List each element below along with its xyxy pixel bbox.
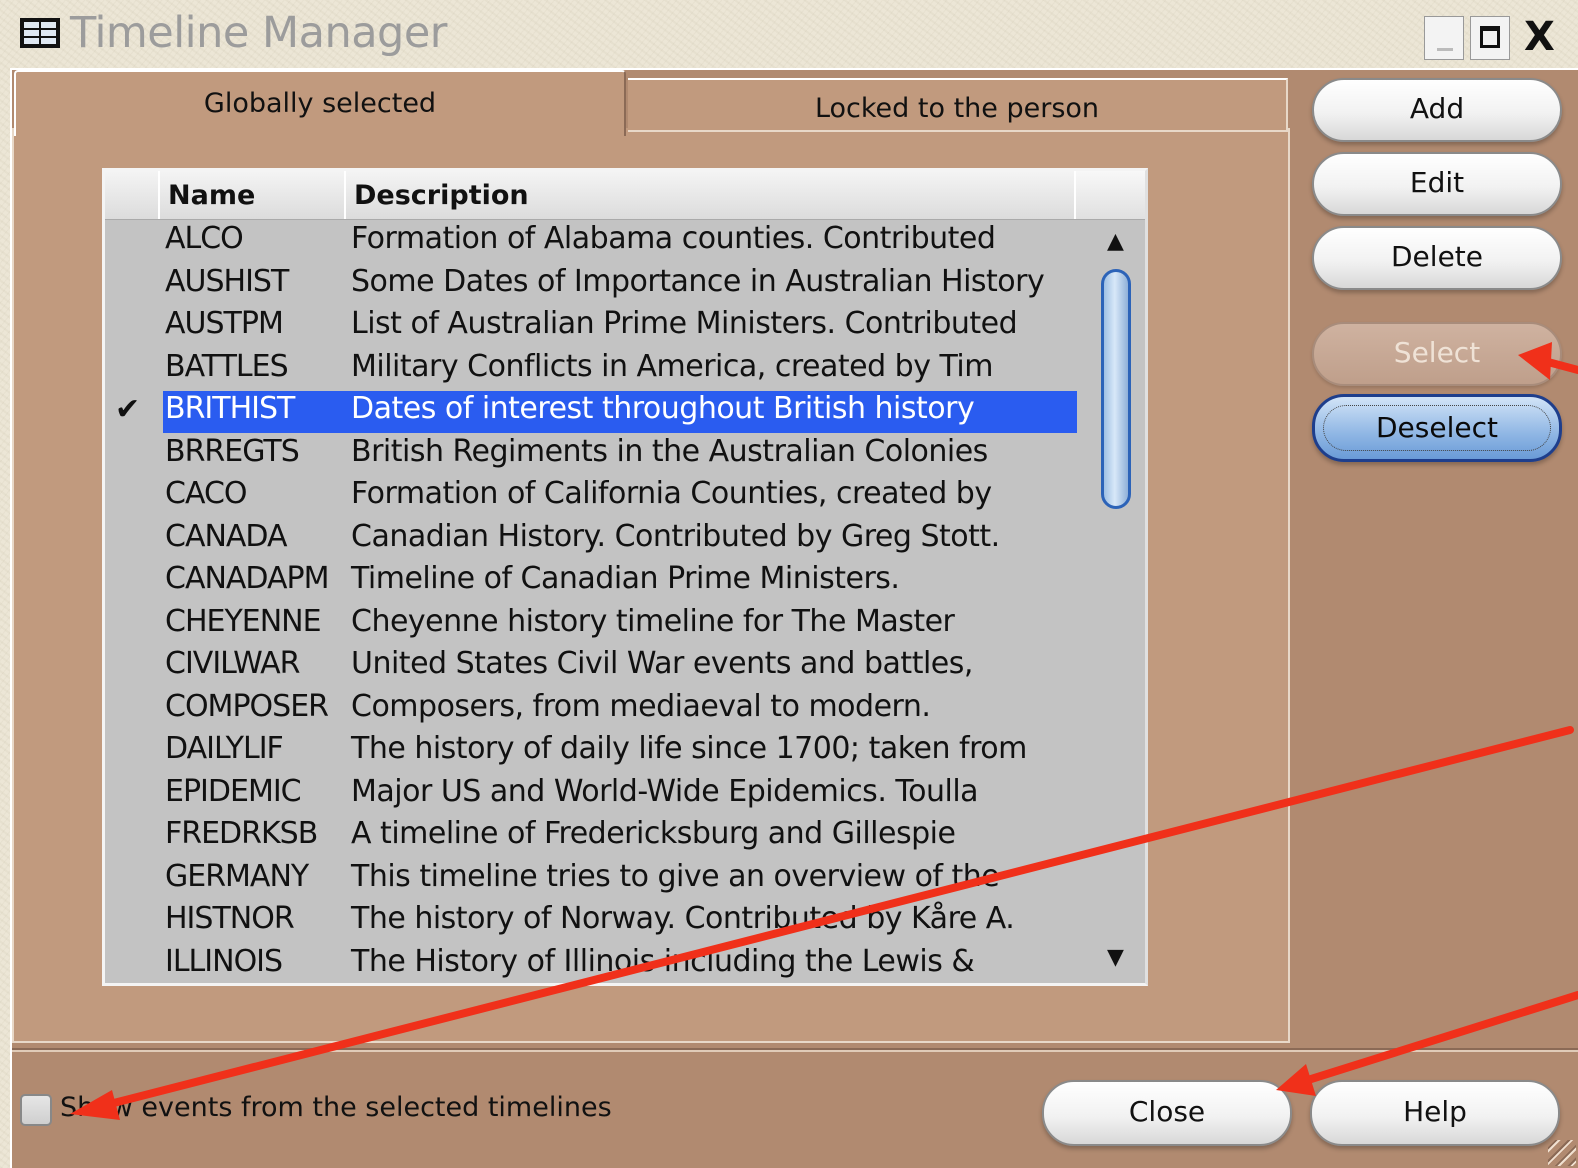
row-description: Canadian History. Contributed by Greg St…	[351, 518, 1000, 554]
scroll-down-arrow-icon[interactable]: ▼	[1107, 945, 1124, 970]
select-button[interactable]: Select	[1312, 322, 1562, 386]
show-events-checkbox[interactable]	[20, 1094, 52, 1126]
row-description: United States Civil War events and battl…	[351, 646, 973, 681]
list-row[interactable]: COMPOSER Composers, from mediaeval to mo…	[105, 689, 1075, 731]
row-name: GERMANY	[165, 858, 309, 894]
row-description: Military Conflicts in America, created b…	[351, 348, 993, 384]
list-rows: ALCO Formation of Alabama counties. Cont…	[105, 221, 1077, 984]
list-row[interactable]: CANADAPM Timeline of Canadian Prime Mini…	[105, 561, 1075, 603]
delete-button[interactable]: Delete	[1312, 226, 1562, 290]
row-name: BRREGTS	[165, 433, 300, 469]
list-row[interactable]: GERMANY This timeline tries to give an o…	[105, 859, 1075, 901]
row-description: The history of daily life since 1700; ta…	[351, 731, 1027, 766]
list-row[interactable]: CANADA Canadian History. Contributed by …	[105, 519, 1075, 561]
row-name: HISTNOR	[165, 901, 295, 936]
row-name: CANADAPM	[165, 561, 330, 596]
row-name: CIVILWAR	[165, 646, 301, 681]
row-description: Some Dates of Importance in Australian H…	[351, 263, 1045, 299]
row-name: CHEYENNE	[165, 603, 322, 639]
row-name: BATTLES	[165, 348, 289, 384]
list-row-selected[interactable]: ✔ BRITHIST Dates of interest throughout …	[105, 391, 1077, 433]
title-bar: Timeline Manager X	[0, 0, 1578, 70]
scroll-up-arrow-icon[interactable]: ▲	[1107, 229, 1124, 254]
row-description: A timeline of Fredericksburg and Gillesp…	[351, 816, 956, 851]
row-name: AUSHIST	[165, 263, 289, 299]
close-button[interactable]: Close	[1042, 1080, 1292, 1146]
row-name: FREDRKSB	[165, 816, 318, 851]
row-description: List of Australian Prime Ministers. Cont…	[351, 306, 1018, 341]
scroll-thumb[interactable]	[1101, 269, 1131, 509]
list-row[interactable]: CACO Formation of California Counties, c…	[105, 476, 1075, 518]
checkmark-icon: ✔	[115, 392, 141, 427]
row-description: British Regiments in the Australian Colo…	[351, 433, 988, 469]
list-row[interactable]: AUSHIST Some Dates of Importance in Aust…	[105, 264, 1075, 306]
help-button[interactable]: Help	[1310, 1080, 1560, 1146]
row-name: ALCO	[165, 221, 244, 256]
maximize-icon[interactable]	[1470, 16, 1510, 60]
add-button[interactable]: Add	[1312, 78, 1562, 142]
table-icon	[20, 18, 60, 48]
list-row[interactable]: ALCO Formation of Alabama counties. Cont…	[105, 221, 1075, 263]
row-name: CACO	[165, 476, 248, 511]
row-name: COMPOSER	[165, 688, 329, 724]
row-description: Major US and World-Wide Epidemics. Toull…	[351, 773, 979, 809]
list-scrollbar[interactable]: ▲ ▼	[1097, 223, 1143, 983]
row-description: This timeline tries to give an overview …	[351, 858, 1000, 894]
tab-locked-to-person[interactable]: Locked to the person	[628, 78, 1288, 132]
deselect-button[interactable]: Deselect	[1312, 394, 1562, 462]
resize-grip-icon[interactable]	[1548, 1140, 1576, 1166]
list-header: Name Description	[105, 171, 1145, 220]
row-description: Cheyenne history timeline for The Master	[351, 603, 955, 639]
column-header-name[interactable]: Name	[160, 171, 346, 219]
row-description: Timeline of Canadian Prime Ministers.	[351, 561, 900, 596]
timeline-list[interactable]: Name Description ALCO Formation of Alaba…	[102, 168, 1148, 986]
close-glyph: X	[1524, 14, 1555, 60]
window-title: Timeline Manager	[70, 8, 447, 58]
show-events-label: Show events from the selected timelines	[60, 1092, 612, 1123]
header-corner	[1076, 171, 1145, 219]
row-name: BRITHIST	[163, 391, 349, 433]
list-row[interactable]: ILLINOIS The History of Illinois includi…	[105, 943, 1075, 984]
close-icon[interactable]: X	[1520, 14, 1566, 60]
bottom-separator	[12, 1048, 1578, 1052]
list-row[interactable]: HISTNOR The history of Norway. Contribut…	[105, 901, 1075, 943]
row-description: The history of Norway. Contributed by Kå…	[351, 901, 1015, 936]
row-name: DAILYLIF	[165, 731, 284, 766]
list-row[interactable]: DAILYLIF The history of daily life since…	[105, 731, 1075, 773]
tab-globally-selected[interactable]: Globally selected	[14, 70, 626, 136]
row-description: Composers, from mediaeval to modern.	[351, 688, 931, 724]
edit-button[interactable]: Edit	[1312, 152, 1562, 216]
list-row[interactable]: BRREGTS British Regiments in the Austral…	[105, 434, 1075, 476]
row-name: CANADA	[165, 518, 288, 554]
row-name: EPIDEMIC	[165, 773, 302, 809]
row-description: The History of Illinois including the Le…	[351, 943, 975, 979]
list-row[interactable]: EPIDEMIC Major US and World-Wide Epidemi…	[105, 774, 1075, 816]
list-row[interactable]: BATTLES Military Conflicts in America, c…	[105, 349, 1075, 391]
minimize-icon[interactable]	[1424, 16, 1464, 60]
list-row[interactable]: AUSTPM List of Australian Prime Minister…	[105, 306, 1075, 348]
column-header-check[interactable]	[105, 171, 160, 219]
row-description: Formation of Alabama counties. Contribut…	[351, 221, 996, 256]
list-row[interactable]: CIVILWAR United States Civil War events …	[105, 646, 1075, 688]
list-row[interactable]: CHEYENNE Cheyenne history timeline for T…	[105, 604, 1075, 646]
list-row[interactable]: FREDRKSB A timeline of Fredericksburg an…	[105, 816, 1075, 858]
row-name: AUSTPM	[165, 306, 284, 341]
row-description: Dates of interest throughout British his…	[349, 391, 1077, 433]
row-description: Formation of California Counties, create…	[351, 476, 992, 511]
column-header-description[interactable]: Description	[346, 171, 1076, 219]
row-name: ILLINOIS	[165, 943, 283, 979]
